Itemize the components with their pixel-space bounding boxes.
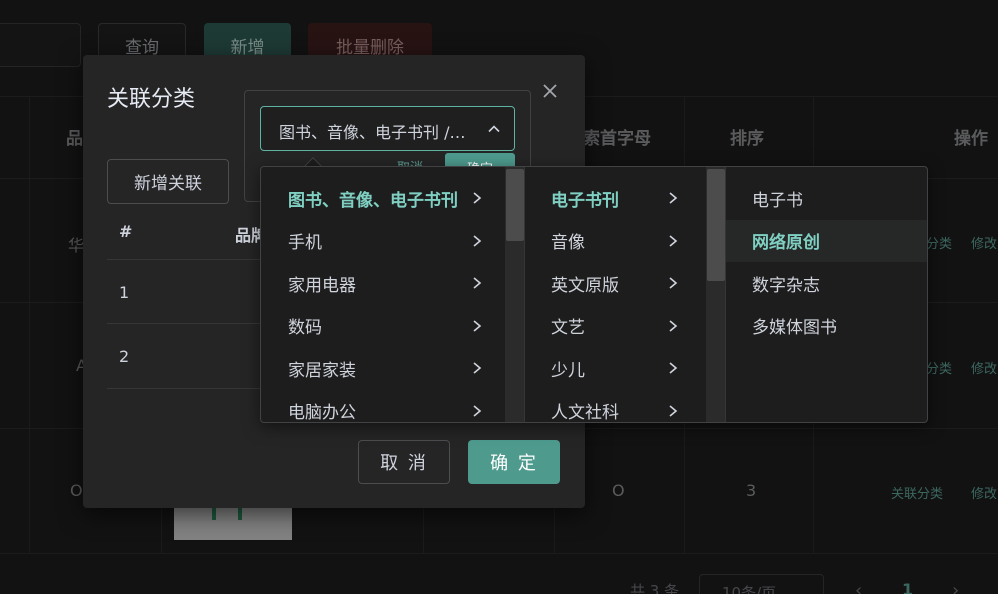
cascader-option[interactable]: 家用电器 (261, 262, 505, 304)
chevron-right-icon (473, 362, 482, 374)
cascader-option-label: 图书、音像、电子书刊 (288, 190, 458, 211)
dialog-confirm-button[interactable]: 确 定 (468, 440, 560, 484)
chevron-right-icon (669, 404, 678, 417)
dialog-table-header-num: # (119, 222, 133, 241)
cascader-option-label: 多媒体图书 (752, 318, 837, 338)
dialog-row-num: 2 (119, 347, 130, 366)
chevron-right-icon (669, 234, 678, 247)
chevron-right-icon (473, 319, 482, 332)
cascader-option-label: 网络原创 (752, 233, 820, 253)
dialog-title: 关联分类 (107, 87, 196, 112)
cascader-option-label: 数码 (288, 318, 322, 338)
cascader-menu-level1: 图书、音像、电子书刊 手机家用电器数码家居家装电脑办公 (261, 167, 525, 423)
chevron-right-icon (473, 277, 482, 289)
dialog-cancel-button[interactable]: 取 消 (358, 440, 450, 484)
cascader-option[interactable]: 手机 (261, 220, 505, 262)
cascader-dropdown: 图书、音像、电子书刊 手机家用电器数码家居家装电脑办公 电子书刊音像英文原版文艺少… (260, 166, 928, 423)
cascader-option-label: 英文原版 (551, 275, 619, 296)
cascader-option[interactable]: 多媒体图书 (726, 305, 927, 347)
chevron-right-icon (473, 404, 482, 417)
cascader-option-label: 家用电器 (288, 275, 356, 296)
cascader-option-label: 电脑办公 (288, 403, 356, 423)
category-cascader-input[interactable]: 图书、音像、电子书刊 /… (260, 106, 515, 151)
cascader-option[interactable]: 电子书 (726, 177, 927, 219)
cascader-option[interactable]: 电子书刊 (525, 177, 705, 219)
cascader-option[interactable]: 家居家装 (261, 347, 505, 389)
cascader-option[interactable]: 少儿 (525, 347, 705, 389)
divider (107, 323, 267, 324)
cascader-option-label: 家居家装 (288, 360, 356, 381)
cascader-option[interactable]: 英文原版 (525, 262, 705, 304)
cascader-option-label: 电子书刊 (551, 190, 619, 211)
chevron-right-icon (669, 362, 678, 374)
scrollbar[interactable] (706, 167, 725, 422)
cascader-option-label: 数字杂志 (752, 275, 820, 296)
scrollbar-thumb[interactable] (707, 169, 725, 281)
cascader-option-label: 手机 (288, 233, 322, 253)
cascader-option[interactable]: 网络原创 (726, 219, 927, 262)
cascader-selected-value: 图书、音像、电子书刊 /… (279, 123, 466, 142)
scrollbar-thumb[interactable] (506, 169, 524, 241)
chevron-right-icon (669, 192, 678, 204)
cascader-menu-level3: 电子书网络原创数字杂志多媒体图书 (726, 167, 927, 422)
new-relation-button[interactable]: 新增关联 (107, 159, 229, 204)
divider (107, 388, 267, 389)
chevron-up-icon (488, 125, 500, 133)
chevron-right-icon (669, 277, 678, 289)
cascader-option[interactable]: 图书、音像、电子书刊 (261, 177, 505, 219)
divider (107, 259, 267, 260)
cascader-option[interactable]: 人文社科 (525, 390, 705, 423)
chevron-right-icon (473, 234, 482, 247)
cascader-menu-level2: 电子书刊音像英文原版文艺少儿人文社科 (525, 167, 726, 423)
cascader-option-label: 文艺 (551, 318, 585, 338)
cascader-option[interactable]: 文艺 (525, 305, 705, 347)
chevron-right-icon (669, 319, 678, 332)
cascader-option-label: 少儿 (551, 360, 585, 381)
cascader-option[interactable]: 电脑办公 (261, 390, 505, 423)
cascader-option[interactable]: 音像 (525, 220, 705, 262)
cascader-option[interactable]: 数码 (261, 305, 505, 347)
cascader-option-label: 人文社科 (551, 403, 619, 423)
chevron-right-icon (473, 192, 482, 204)
dialog-row-num: 1 (119, 283, 130, 302)
cascader-option-label: 电子书 (752, 190, 803, 211)
cascader-option-label: 音像 (551, 233, 585, 253)
close-icon[interactable] (539, 80, 561, 102)
cascader-option[interactable]: 数字杂志 (726, 262, 927, 304)
scrollbar[interactable] (505, 167, 524, 422)
